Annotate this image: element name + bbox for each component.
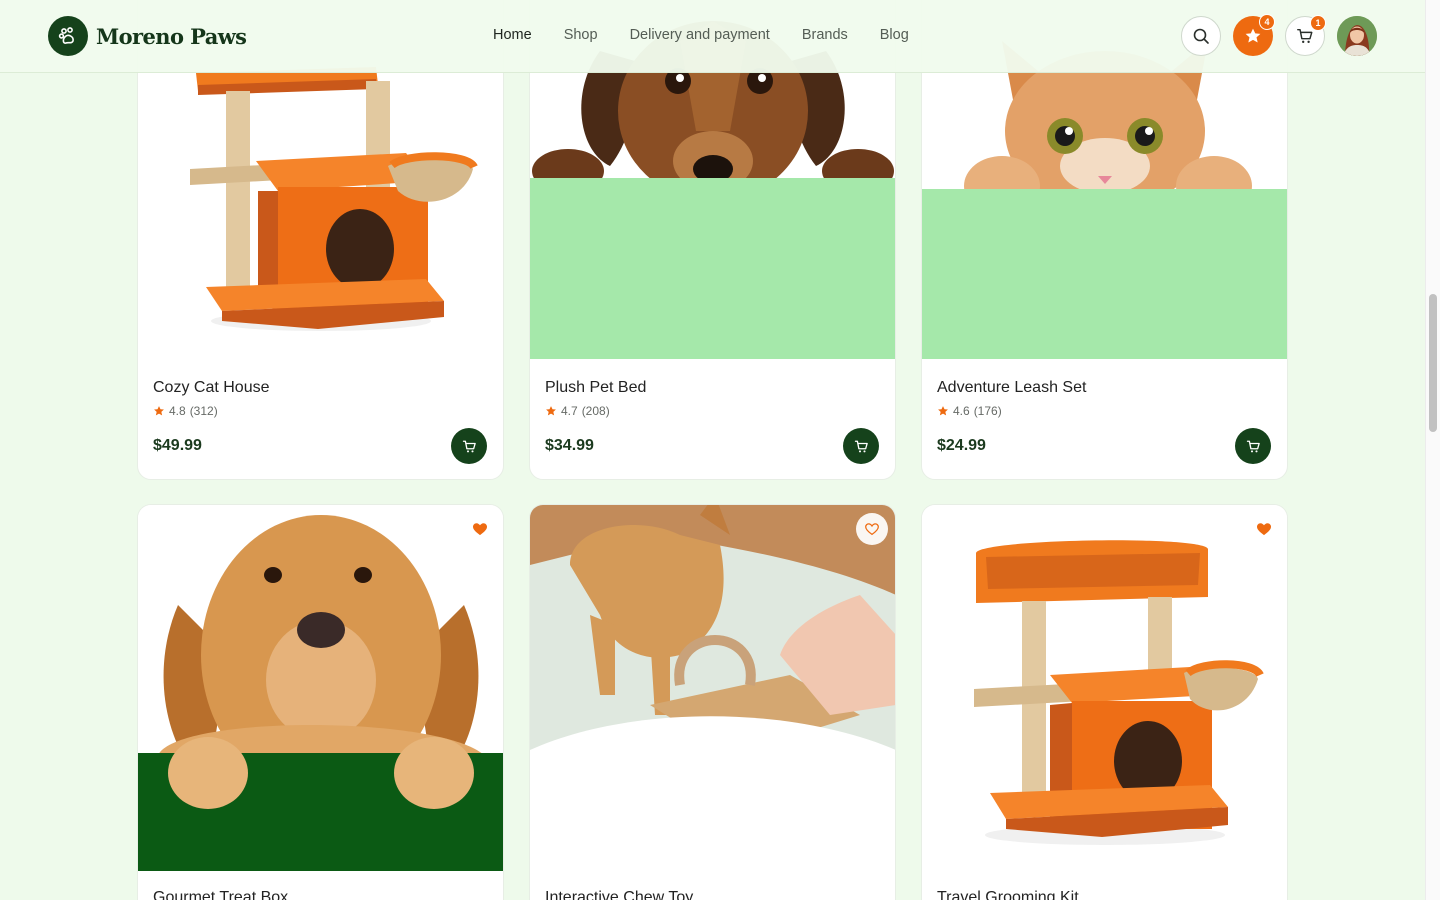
favorite-button[interactable] xyxy=(464,513,496,545)
product-card-travel-grooming-kit[interactable]: Travel Grooming Kit xyxy=(921,504,1288,900)
product-name[interactable]: Interactive Chew Toy xyxy=(545,889,693,900)
product-name[interactable]: Adventure Leash Set xyxy=(937,379,1086,397)
product-price: $34.99 xyxy=(545,437,594,454)
product-image[interactable] xyxy=(138,505,503,871)
product-price: $24.99 xyxy=(937,437,986,454)
favorite-button[interactable] xyxy=(1248,513,1280,545)
rating-value: 4.8 xyxy=(169,404,186,418)
product-card-gourmet-treat-box[interactable]: Gourmet Treat Box xyxy=(137,504,504,900)
heart-outline-icon xyxy=(865,522,879,535)
paw-icon xyxy=(48,16,88,56)
add-to-cart-button[interactable] xyxy=(1235,428,1271,464)
main-nav: Home Shop Delivery and payment Brands Bl… xyxy=(493,27,941,43)
search-button[interactable] xyxy=(1181,16,1221,56)
star-icon xyxy=(1245,28,1261,43)
nav-home[interactable]: Home xyxy=(493,27,532,43)
nav-blog[interactable]: Blog xyxy=(880,27,909,43)
product-rating: 4.7 (208) xyxy=(545,404,610,418)
product-rating: 4.6 (176) xyxy=(937,404,1002,418)
favorite-button[interactable] xyxy=(856,513,888,545)
nav-shop[interactable]: Shop xyxy=(564,27,598,43)
search-icon xyxy=(1193,28,1209,44)
star-icon xyxy=(154,406,164,416)
cart-count-badge: 1 xyxy=(1310,15,1326,31)
cart-icon xyxy=(854,440,868,452)
nav-delivery-payment[interactable]: Delivery and payment xyxy=(630,27,770,43)
cart-button[interactable]: 1 xyxy=(1285,15,1326,56)
product-rating: 4.8 (312) xyxy=(153,404,218,418)
scrollbar-thumb[interactable] xyxy=(1429,294,1437,432)
rating-value: 4.7 xyxy=(561,404,578,418)
star-icon xyxy=(546,406,556,416)
rating-value: 4.6 xyxy=(953,404,970,418)
product-image[interactable] xyxy=(922,505,1287,871)
product-name[interactable]: Gourmet Treat Box xyxy=(153,889,288,900)
review-count: (176) xyxy=(973,404,1002,418)
product-price: $49.99 xyxy=(153,437,202,454)
review-count: (208) xyxy=(581,404,610,418)
heart-filled-icon xyxy=(473,522,487,535)
review-count: (312) xyxy=(189,404,218,418)
brand-logo[interactable]: Moreno Paws xyxy=(48,16,247,56)
product-image[interactable] xyxy=(530,505,895,871)
product-name[interactable]: Travel Grooming Kit xyxy=(937,889,1079,900)
product-name[interactable]: Cozy Cat House xyxy=(153,379,270,397)
nav-brands[interactable]: Brands xyxy=(802,27,848,43)
favorites-count-badge: 4 xyxy=(1259,14,1275,30)
site-header: Moreno Paws Home Shop Delivery and payme… xyxy=(0,0,1425,73)
cart-icon xyxy=(1246,440,1260,452)
product-name[interactable]: Plush Pet Bed xyxy=(545,379,646,397)
heart-filled-icon xyxy=(1257,522,1271,535)
user-avatar[interactable] xyxy=(1337,16,1377,56)
cart-icon xyxy=(462,440,476,452)
favorites-button[interactable]: 4 xyxy=(1233,14,1275,56)
scrollbar-track[interactable] xyxy=(1425,0,1440,900)
add-to-cart-button[interactable] xyxy=(451,428,487,464)
cart-icon xyxy=(1297,28,1313,44)
star-icon xyxy=(938,406,948,416)
product-card-interactive-chew-toy[interactable]: Interactive Chew Toy xyxy=(529,504,896,900)
add-to-cart-button[interactable] xyxy=(843,428,879,464)
brand-name: Moreno Paws xyxy=(96,23,247,49)
